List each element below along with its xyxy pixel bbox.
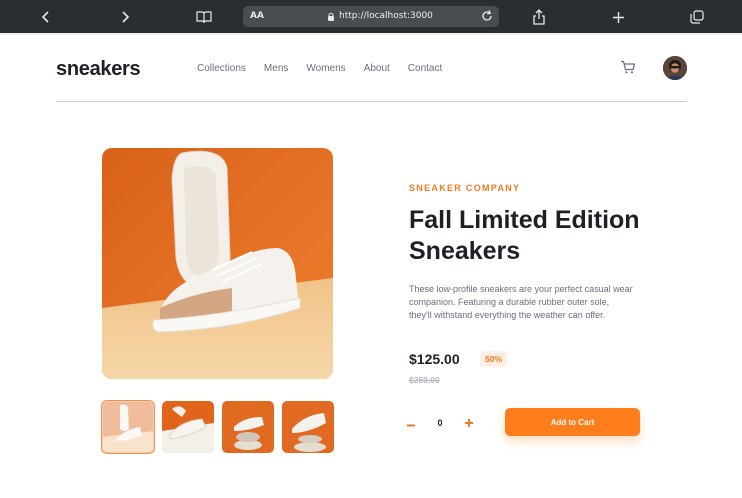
tabs-button[interactable] <box>686 6 708 28</box>
thumbnail-list <box>101 400 334 454</box>
text-size-button[interactable]: AA <box>250 11 264 21</box>
reload-icon[interactable] <box>480 9 494 23</box>
company-name: SNEAKER COMPANY <box>409 183 521 193</box>
product-main-image[interactable] <box>102 148 333 379</box>
cart-icon <box>621 60 636 74</box>
share-button[interactable] <box>528 6 550 28</box>
thumbnail-1[interactable] <box>101 400 155 454</box>
nav-item-contact[interactable]: Contact <box>408 63 442 74</box>
increase-quantity-button[interactable] <box>460 415 478 430</box>
discount-badge: 50% <box>480 351 508 367</box>
thumbnail-image <box>222 401 274 453</box>
quantity-stepper: 0 <box>402 408 478 437</box>
thumbnail-image <box>162 401 214 453</box>
current-price: $125.00 <box>409 351 460 367</box>
header-divider <box>56 101 687 102</box>
nav-item-mens[interactable]: Mens <box>264 63 288 74</box>
share-icon <box>533 9 545 25</box>
bookmarks-button[interactable] <box>193 6 215 28</box>
product-page: sneakers Collections Mens Womens About C… <box>0 33 742 498</box>
thumbnail-image <box>102 401 154 453</box>
lock-icon <box>328 12 334 21</box>
tabs-icon <box>690 10 704 24</box>
quantity-value: 0 <box>437 417 443 428</box>
nav-item-about[interactable]: About <box>364 63 390 74</box>
plus-icon <box>464 419 473 427</box>
thumbnail-4[interactable] <box>282 401 334 453</box>
cart-button[interactable] <box>620 60 636 79</box>
url-text: http://localhost:3000 <box>339 11 433 21</box>
top-divider <box>0 33 742 35</box>
chevron-right-icon <box>122 11 130 23</box>
minus-icon <box>407 424 415 427</box>
user-avatar-icon <box>663 56 687 80</box>
thumbnail-3[interactable] <box>222 401 274 453</box>
address-bar[interactable]: AA http://localhost:3000 <box>243 6 499 27</box>
book-icon <box>196 11 212 24</box>
nav-item-womens[interactable]: Womens <box>306 63 345 74</box>
back-button[interactable] <box>35 6 57 28</box>
chevron-left-icon <box>41 11 49 23</box>
forward-button[interactable] <box>114 6 136 28</box>
nav-item-collections[interactable]: Collections <box>197 63 246 74</box>
thumbnail-image <box>282 401 334 453</box>
browser-toolbar: AA http://localhost:3000 <box>0 0 742 33</box>
main-nav: Collections Mens Womens About Contact <box>197 63 442 74</box>
new-tab-button[interactable] <box>607 6 629 28</box>
add-to-cart-button[interactable]: Add to Cart <box>505 408 640 436</box>
product-description: These low-profile sneakers are your perf… <box>409 284 633 320</box>
logo[interactable]: sneakers <box>56 58 141 81</box>
thumbnail-2[interactable] <box>162 401 214 453</box>
decrease-quantity-button[interactable] <box>402 415 420 430</box>
sneaker-image <box>102 148 333 379</box>
product-title: Fall Limited Edition Sneakers <box>409 206 640 265</box>
avatar[interactable] <box>663 56 687 80</box>
plus-icon <box>612 11 624 23</box>
original-price: $250.00 <box>409 375 440 385</box>
